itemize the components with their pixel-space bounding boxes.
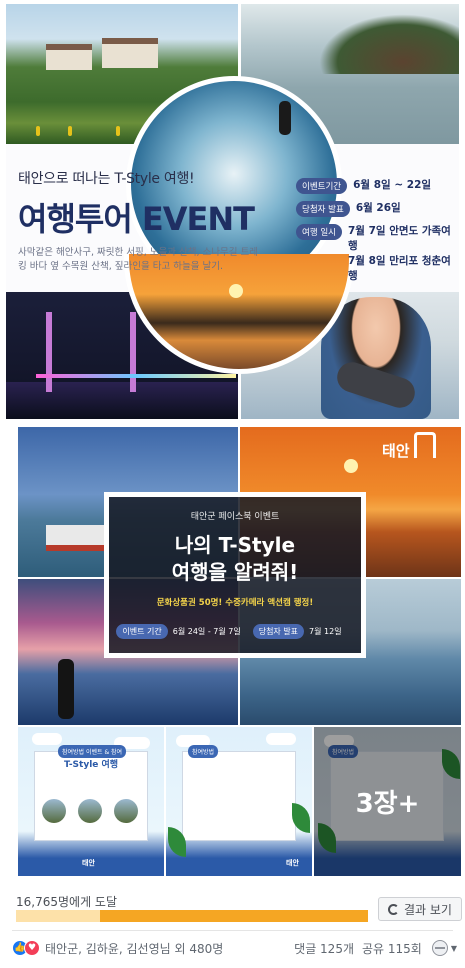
- audience-selector[interactable]: ▼: [431, 940, 457, 956]
- more-photos-overlay[interactable]: 3장+: [314, 727, 461, 876]
- card-panel: [182, 751, 296, 841]
- schedule-label: 당첨자 발표: [296, 201, 350, 217]
- engagement-counts: 댓글 125개 공유 115회 ▼: [294, 940, 457, 957]
- sun-icon: [229, 284, 243, 298]
- surfer-figure: [58, 659, 74, 719]
- promo-dates: 이벤트 기간 6월 24일 - 7월 7일 당첨자 발표 7월 12일: [109, 624, 361, 639]
- spot-thumbnail: [42, 799, 66, 823]
- promo-title-line: 나의 T-Style: [174, 533, 296, 557]
- spot-thumbnail: [78, 799, 102, 823]
- comments-count[interactable]: 댓글 125개: [294, 940, 354, 957]
- villa-house: [46, 44, 92, 70]
- banner-tagline: 태안으로 떠나는 T-Style 여행!: [18, 171, 195, 187]
- taean-logo-text: 태안: [382, 442, 410, 460]
- more-photos-count: 3장+: [355, 789, 420, 819]
- schedule-value: 7월 8일 만리포 청춘여행: [347, 255, 451, 282]
- reach-count: 16,765명에게 도달: [16, 895, 118, 909]
- surfer-figure: [279, 101, 291, 135]
- reach-section: 16,765명에게 도달 결과 보기: [12, 888, 462, 928]
- card-title: T-Style 여행: [64, 760, 119, 770]
- promo-title-line: 여행을 알려줘!: [171, 560, 299, 584]
- reactions-bar: 👍 ♥ 태안군, 김하윤, 김선영님 외 480명 댓글 125개 공유 115…: [12, 934, 457, 962]
- refresh-icon: [388, 903, 399, 915]
- photo-thumbnail-1[interactable]: 참여방법 이벤트 & 참여 T-Style 여행 태안: [18, 727, 164, 876]
- sun-icon: [344, 459, 358, 473]
- reactors-list[interactable]: 태안군, 김하윤, 김선영님 외 480명: [45, 940, 223, 957]
- schedule-label: 여행 일시: [296, 224, 342, 240]
- schedule-row: 이벤트기간 6월 8일 ~ 22일: [296, 178, 452, 194]
- reach-progress-fill: [16, 910, 101, 922]
- promo-announce-label: 당첨자 발표: [252, 624, 305, 639]
- banner-title: 여행투어 EVENT: [18, 200, 255, 238]
- view-results-label: 결과 보기: [404, 902, 452, 917]
- bridge-deck: [36, 374, 236, 378]
- cloud-shape: [32, 733, 62, 745]
- view-results-button[interactable]: 결과 보기: [378, 897, 462, 921]
- event-schedule: 이벤트기간 6월 8일 ~ 22일 당첨자 발표 6월 26일 여행 일시 7월…: [296, 178, 452, 291]
- taean-logo-icon: [414, 432, 436, 458]
- promo-prize: 문화상품권 50명! 수중카메라 액션캠 행정!: [156, 598, 314, 608]
- promo-label: 태안군 페이스북 이벤트: [190, 512, 280, 522]
- bridge-tower: [46, 312, 52, 392]
- water-reflection: [6, 382, 238, 419]
- love-reaction-icon[interactable]: ♥: [24, 940, 40, 956]
- globe-icon: [431, 940, 448, 956]
- footer-divider: [12, 930, 453, 931]
- reach-progress-bar: [16, 910, 368, 922]
- schedule-label: 이벤트기간: [296, 178, 348, 194]
- bridge-tower: [130, 312, 136, 392]
- schedule-value: 6월 8일 ~ 22일: [353, 179, 432, 191]
- card-label: 참여방법: [188, 745, 219, 758]
- banner-description: 사막같은 해안사구, 짜릿한 서핑, 노을과 산책, 소나무길 트레킹 바다 옆…: [18, 247, 258, 272]
- shares-count[interactable]: 공유 115회: [362, 940, 422, 957]
- schedule-value: 6월 26일: [355, 202, 401, 214]
- promo-title: 나의 T-Style 여행을 알려줘!: [109, 532, 361, 586]
- spot-thumbnail: [114, 799, 138, 823]
- promo-period-label: 이벤트 기간: [116, 624, 168, 639]
- iris-flower: [116, 126, 120, 136]
- cloud-shape: [266, 733, 296, 745]
- chevron-down-icon: ▼: [450, 943, 457, 953]
- schedule-value: 7월 7일 안면도 가족여행: [347, 225, 451, 252]
- schedule-row: 여행 일시 7월 7일 안면도 가족여행 7월 8일 만리포 청춘여행: [296, 224, 452, 284]
- villa-house: [102, 38, 158, 68]
- photo-thumbnail-2[interactable]: 참여방법 태안: [166, 727, 312, 876]
- promo-announce-value: 7월 12일: [309, 627, 342, 636]
- card-logo: 태안: [82, 859, 95, 867]
- card-logo: 태안: [286, 859, 299, 867]
- card-label: 참여방법 이벤트 & 참여: [58, 745, 127, 758]
- schedule-row: 당첨자 발표 6월 26일: [296, 201, 452, 217]
- promo-overlay: 태안군 페이스북 이벤트 나의 T-Style 여행을 알려줘! 문화상품권 5…: [104, 492, 366, 658]
- coastal-rock: [319, 14, 459, 74]
- ferry-boat: [46, 525, 106, 551]
- iris-flower: [36, 126, 40, 136]
- banner-headline: 태안으로 떠나는 T-Style 여행! 여행투어 EVENT 사막같은 해안사…: [18, 168, 258, 274]
- iris-flower: [68, 126, 72, 136]
- promo-period-value: 6월 24일 - 7월 7일: [172, 627, 241, 636]
